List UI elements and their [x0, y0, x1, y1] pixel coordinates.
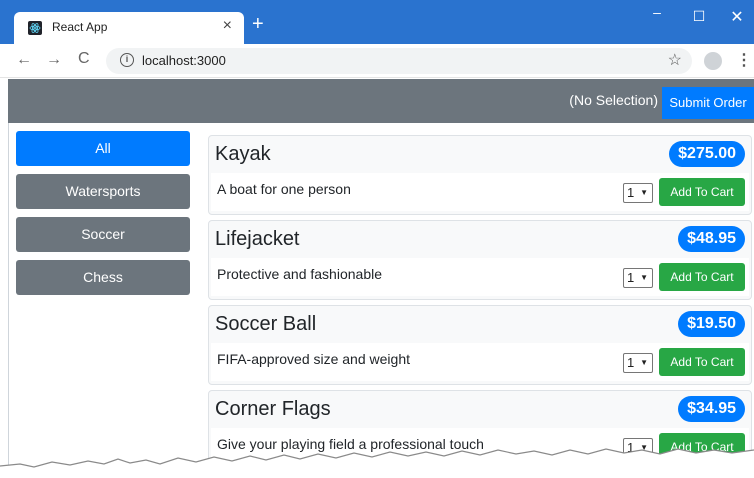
- quantity-value: 1: [627, 355, 635, 370]
- category-button-chess[interactable]: Chess: [16, 260, 190, 295]
- address-bar[interactable]: i localhost:3000 ☆: [106, 48, 692, 74]
- bookmark-star-icon[interactable]: ☆: [668, 50, 682, 70]
- price-badge: $19.50: [678, 311, 745, 337]
- new-tab-button[interactable]: +: [252, 14, 264, 34]
- profile-avatar-icon[interactable]: [704, 52, 722, 70]
- forward-arrow-icon[interactable]: →: [46, 51, 62, 69]
- category-button-all[interactable]: All: [16, 131, 190, 166]
- product-name: Kayak: [215, 143, 271, 165]
- dropdown-caret-icon: ▼: [640, 188, 648, 197]
- dropdown-caret-icon: ▼: [640, 273, 648, 282]
- price-badge: $48.95: [678, 226, 745, 252]
- window-maximize-button[interactable]: ☐: [684, 8, 714, 25]
- browser-tab[interactable]: React App ×: [14, 12, 244, 44]
- price-badge: $34.95: [678, 396, 745, 422]
- tab-close-icon[interactable]: ×: [223, 17, 232, 35]
- dropdown-caret-icon: ▼: [640, 358, 648, 367]
- back-arrow-icon[interactable]: ←: [16, 51, 32, 69]
- url-text[interactable]: localhost:3000: [142, 53, 226, 68]
- info-icon[interactable]: i: [120, 53, 134, 67]
- category-button-soccer[interactable]: Soccer: [16, 217, 190, 252]
- app-navbar: (No Selection) Submit Order: [8, 79, 754, 123]
- quantity-select[interactable]: 1 ▼: [623, 268, 653, 288]
- selection-status: (No Selection): [569, 92, 658, 108]
- browser-titlebar: React App × + – ☐ ✕: [0, 0, 754, 44]
- add-to-cart-button[interactable]: Add To Cart: [659, 348, 745, 376]
- browser-toolbar: ← → C i localhost:3000 ☆ ⋮: [0, 44, 754, 78]
- submit-order-button[interactable]: Submit Order: [662, 87, 754, 119]
- product-description: Protective and fashionable: [217, 266, 382, 282]
- react-logo-icon: [28, 21, 42, 35]
- product-card-soccer-ball: Soccer Ball $19.50 FIFA-approved size an…: [208, 305, 752, 385]
- quantity-select[interactable]: 1 ▼: [623, 353, 653, 373]
- product-card-lifejacket: Lifejacket $48.95 Protective and fashion…: [208, 220, 752, 300]
- category-button-watersports[interactable]: Watersports: [16, 174, 190, 209]
- product-description: A boat for one person: [217, 181, 351, 197]
- product-body: A boat for one person 1 ▼ Add To Cart: [211, 173, 749, 211]
- quantity-value: 1: [627, 270, 635, 285]
- torn-edge-decoration: [0, 448, 754, 478]
- quantity-value: 1: [627, 185, 635, 200]
- product-name: Lifejacket: [215, 228, 300, 250]
- product-body: Protective and fashionable 1 ▼ Add To Car…: [211, 258, 749, 296]
- page-left-border: [8, 123, 9, 478]
- menu-dots-icon[interactable]: ⋮: [736, 50, 752, 70]
- product-name: Corner Flags: [215, 398, 331, 420]
- product-description: FIFA-approved size and weight: [217, 351, 410, 367]
- quantity-select[interactable]: 1 ▼: [623, 183, 653, 203]
- product-name: Soccer Ball: [215, 313, 317, 335]
- add-to-cart-button[interactable]: Add To Cart: [659, 263, 745, 291]
- product-body: FIFA-approved size and weight 1 ▼ Add To …: [211, 343, 749, 381]
- reload-icon[interactable]: C: [78, 50, 90, 68]
- add-to-cart-button[interactable]: Add To Cart: [659, 178, 745, 206]
- tab-title: React App: [52, 20, 108, 34]
- price-badge: $275.00: [669, 141, 745, 167]
- window-close-button[interactable]: ✕: [722, 7, 752, 27]
- product-card-kayak: Kayak $275.00 A boat for one person 1 ▼ A…: [208, 135, 752, 215]
- window-minimize-button[interactable]: –: [642, 4, 672, 20]
